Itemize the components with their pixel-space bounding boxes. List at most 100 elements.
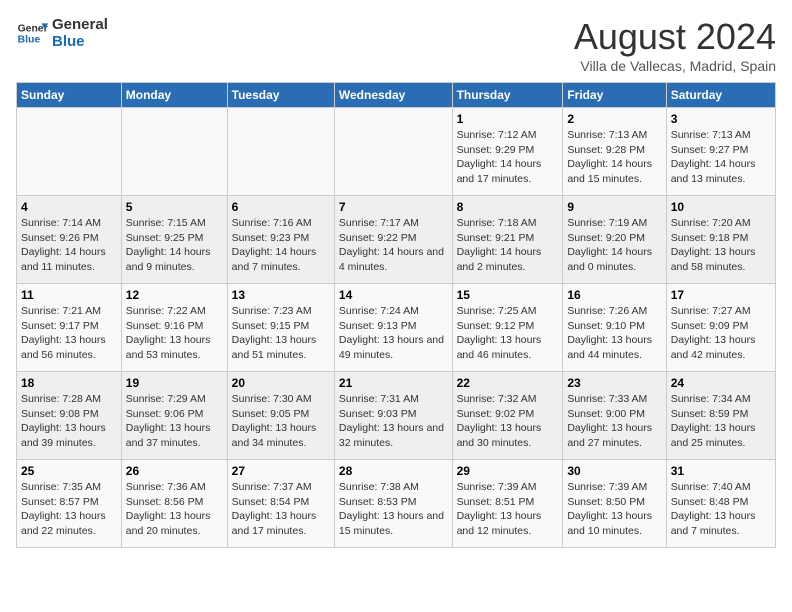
calendar-cell (334, 108, 452, 196)
title-area: August 2024 Villa de Vallecas, Madrid, S… (574, 16, 776, 74)
calendar-week-row: 18 Sunrise: 7:28 AMSunset: 9:08 PMDayligh… (17, 372, 776, 460)
day-info: Sunrise: 7:33 AMSunset: 9:00 PMDaylight:… (567, 392, 661, 451)
day-number: 19 (126, 376, 223, 390)
day-info: Sunrise: 7:40 AMSunset: 8:48 PMDaylight:… (671, 480, 771, 539)
calendar-cell: 28 Sunrise: 7:38 AMSunset: 8:53 PMDayligh… (334, 460, 452, 548)
day-number: 6 (232, 200, 330, 214)
calendar-cell: 25Sunrise: 7:35 AMSunset: 8:57 PMDayligh… (17, 460, 122, 548)
calendar-cell: 2 Sunrise: 7:13 AMSunset: 9:28 PMDaylight… (563, 108, 666, 196)
day-info: Sunrise: 7:34 AMSunset: 8:59 PMDaylight:… (671, 392, 771, 451)
day-info: Sunrise: 7:13 AMSunset: 9:27 PMDaylight:… (671, 128, 771, 187)
day-info: Sunrise: 7:31 AMSunset: 9:03 PMDaylight:… (339, 392, 448, 451)
calendar-cell: 9 Sunrise: 7:19 AMSunset: 9:20 PMDaylight… (563, 196, 666, 284)
calendar-cell: 30 Sunrise: 7:39 AMSunset: 8:50 PMDayligh… (563, 460, 666, 548)
day-info: Sunrise: 7:23 AMSunset: 9:15 PMDaylight:… (232, 304, 330, 363)
day-number: 20 (232, 376, 330, 390)
calendar-cell: 10Sunrise: 7:20 AMSunset: 9:18 PMDayligh… (666, 196, 775, 284)
day-info: Sunrise: 7:37 AMSunset: 8:54 PMDaylight:… (232, 480, 330, 539)
day-info: Sunrise: 7:28 AMSunset: 9:08 PMDaylight:… (21, 392, 117, 451)
calendar-cell: 20 Sunrise: 7:30 AMSunset: 9:05 PMDayligh… (227, 372, 334, 460)
day-header-thursday: Thursday (452, 83, 563, 108)
calendar-cell: 7 Sunrise: 7:17 AMSunset: 9:22 PMDaylight… (334, 196, 452, 284)
day-number: 22 (457, 376, 559, 390)
logo: General Blue General Blue (16, 16, 108, 50)
day-number: 30 (567, 464, 661, 478)
day-info: Sunrise: 7:19 AMSunset: 9:20 PMDaylight:… (567, 216, 661, 275)
day-info: Sunrise: 7:38 AMSunset: 8:53 PMDaylight:… (339, 480, 448, 539)
day-info: Sunrise: 7:12 AMSunset: 9:29 PMDaylight:… (457, 128, 559, 187)
calendar-week-row: 4Sunrise: 7:14 AMSunset: 9:26 PMDaylight… (17, 196, 776, 284)
day-number: 14 (339, 288, 448, 302)
day-info: Sunrise: 7:26 AMSunset: 9:10 PMDaylight:… (567, 304, 661, 363)
day-number: 21 (339, 376, 448, 390)
day-number: 11 (21, 288, 117, 302)
day-number: 1 (457, 112, 559, 126)
calendar-cell: 26Sunrise: 7:36 AMSunset: 8:56 PMDayligh… (121, 460, 227, 548)
calendar-cell: 29Sunrise: 7:39 AMSunset: 8:51 PMDayligh… (452, 460, 563, 548)
calendar-week-row: 11 Sunrise: 7:21 AMSunset: 9:17 PMDayligh… (17, 284, 776, 372)
day-number: 5 (126, 200, 223, 214)
day-number: 12 (126, 288, 223, 302)
calendar-cell: 22Sunrise: 7:32 AMSunset: 9:02 PMDayligh… (452, 372, 563, 460)
day-number: 18 (21, 376, 117, 390)
day-info: Sunrise: 7:27 AMSunset: 9:09 PMDaylight:… (671, 304, 771, 363)
day-info: Sunrise: 7:36 AMSunset: 8:56 PMDaylight:… (126, 480, 223, 539)
calendar-cell (121, 108, 227, 196)
calendar-cell: 24 Sunrise: 7:34 AMSunset: 8:59 PMDayligh… (666, 372, 775, 460)
day-info: Sunrise: 7:17 AMSunset: 9:22 PMDaylight:… (339, 216, 448, 275)
calendar-cell: 1 Sunrise: 7:12 AMSunset: 9:29 PMDaylight… (452, 108, 563, 196)
calendar-cell: 6Sunrise: 7:16 AMSunset: 9:23 PMDaylight… (227, 196, 334, 284)
day-info: Sunrise: 7:15 AMSunset: 9:25 PMDaylight:… (126, 216, 223, 275)
day-header-sunday: Sunday (17, 83, 122, 108)
calendar-cell: 16 Sunrise: 7:26 AMSunset: 9:10 PMDayligh… (563, 284, 666, 372)
day-info: Sunrise: 7:21 AMSunset: 9:17 PMDaylight:… (21, 304, 117, 363)
calendar-cell: 3 Sunrise: 7:13 AMSunset: 9:27 PMDaylight… (666, 108, 775, 196)
day-header-tuesday: Tuesday (227, 83, 334, 108)
day-number: 28 (339, 464, 448, 478)
calendar-week-row: 25Sunrise: 7:35 AMSunset: 8:57 PMDayligh… (17, 460, 776, 548)
calendar-cell: 21 Sunrise: 7:31 AMSunset: 9:03 PMDayligh… (334, 372, 452, 460)
calendar-table: SundayMondayTuesdayWednesdayThursdayFrid… (16, 82, 776, 548)
calendar-header-row: SundayMondayTuesdayWednesdayThursdayFrid… (17, 83, 776, 108)
day-number: 8 (457, 200, 559, 214)
day-number: 16 (567, 288, 661, 302)
calendar-cell: 18 Sunrise: 7:28 AMSunset: 9:08 PMDayligh… (17, 372, 122, 460)
day-number: 31 (671, 464, 771, 478)
day-number: 13 (232, 288, 330, 302)
calendar-cell: 17 Sunrise: 7:27 AMSunset: 9:09 PMDayligh… (666, 284, 775, 372)
calendar-body: 1 Sunrise: 7:12 AMSunset: 9:29 PMDaylight… (17, 108, 776, 548)
day-number: 24 (671, 376, 771, 390)
day-number: 10 (671, 200, 771, 214)
day-number: 3 (671, 112, 771, 126)
day-number: 17 (671, 288, 771, 302)
day-info: Sunrise: 7:35 AMSunset: 8:57 PMDaylight:… (21, 480, 117, 539)
day-number: 9 (567, 200, 661, 214)
day-number: 23 (567, 376, 661, 390)
day-header-saturday: Saturday (666, 83, 775, 108)
calendar-cell: 19Sunrise: 7:29 AMSunset: 9:06 PMDayligh… (121, 372, 227, 460)
day-header-monday: Monday (121, 83, 227, 108)
calendar-cell: 31 Sunrise: 7:40 AMSunset: 8:48 PMDayligh… (666, 460, 775, 548)
calendar-cell: 23 Sunrise: 7:33 AMSunset: 9:00 PMDayligh… (563, 372, 666, 460)
main-title: August 2024 (574, 16, 776, 58)
calendar-cell: 5 Sunrise: 7:15 AMSunset: 9:25 PMDaylight… (121, 196, 227, 284)
header: General Blue General Blue August 2024 Vi… (16, 16, 776, 74)
calendar-cell (17, 108, 122, 196)
calendar-cell: 11 Sunrise: 7:21 AMSunset: 9:17 PMDayligh… (17, 284, 122, 372)
day-info: Sunrise: 7:30 AMSunset: 9:05 PMDaylight:… (232, 392, 330, 451)
day-info: Sunrise: 7:39 AMSunset: 8:50 PMDaylight:… (567, 480, 661, 539)
day-info: Sunrise: 7:22 AMSunset: 9:16 PMDaylight:… (126, 304, 223, 363)
calendar-week-row: 1 Sunrise: 7:12 AMSunset: 9:29 PMDaylight… (17, 108, 776, 196)
calendar-cell (227, 108, 334, 196)
day-number: 2 (567, 112, 661, 126)
calendar-cell: 12 Sunrise: 7:22 AMSunset: 9:16 PMDayligh… (121, 284, 227, 372)
day-info: Sunrise: 7:25 AMSunset: 9:12 PMDaylight:… (457, 304, 559, 363)
day-number: 7 (339, 200, 448, 214)
calendar-cell: 8 Sunrise: 7:18 AMSunset: 9:21 PMDaylight… (452, 196, 563, 284)
calendar-cell: 15Sunrise: 7:25 AMSunset: 9:12 PMDayligh… (452, 284, 563, 372)
calendar-cell: 27Sunrise: 7:37 AMSunset: 8:54 PMDayligh… (227, 460, 334, 548)
day-info: Sunrise: 7:13 AMSunset: 9:28 PMDaylight:… (567, 128, 661, 187)
logo-text-line2: Blue (52, 33, 108, 50)
day-header-friday: Friday (563, 83, 666, 108)
day-info: Sunrise: 7:18 AMSunset: 9:21 PMDaylight:… (457, 216, 559, 275)
